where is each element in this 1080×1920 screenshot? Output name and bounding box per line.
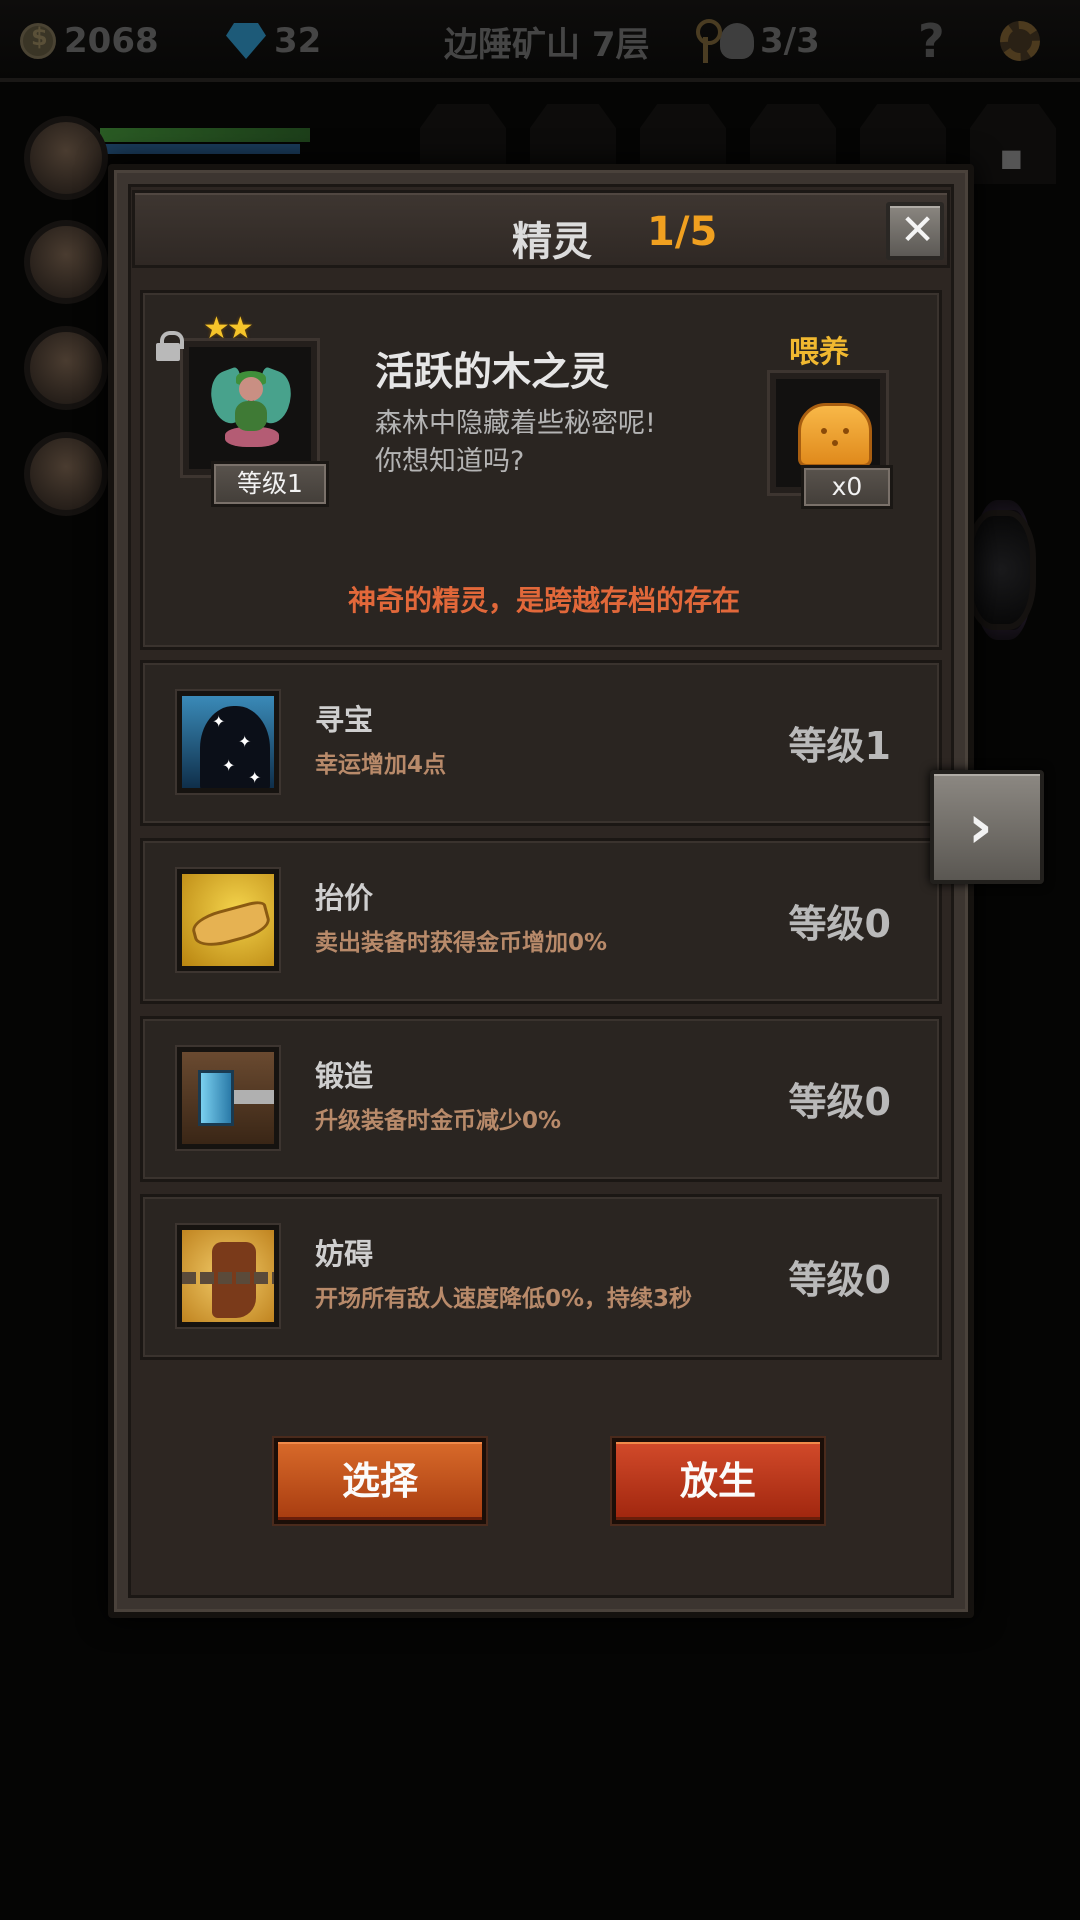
skill-level: 等级1 [788, 724, 891, 768]
skill-row-forge[interactable]: 锻造 升级装备时金币减少0% 等级0 [140, 1016, 942, 1182]
coin-counter: 2068 [20, 14, 159, 68]
spirit-description: 森林中隐藏着些秘密呢! 你想知道吗? [375, 405, 715, 481]
skill-name: 妨碍 [315, 1237, 374, 1271]
gem-icon [226, 23, 266, 59]
close-button[interactable]: ✕ [886, 202, 944, 260]
lock-icon: ■ [1000, 144, 1023, 172]
skill-row-hinder[interactable]: 妨碍 开场所有敌人速度降低0%，持续3秒 等级0 [140, 1194, 942, 1360]
skill-description: 升级装备时金币减少0% [315, 1108, 562, 1134]
feed-label: 喂养 [789, 335, 849, 370]
lock-icon[interactable] [155, 331, 184, 361]
treasure-icon: ✦ ✦ ✦ ✦ [177, 691, 279, 793]
skill-name: 抬价 [315, 881, 374, 915]
chained-boot-icon [177, 1225, 279, 1327]
bg-mana-bar [100, 144, 300, 154]
skill-description: 卖出装备时获得金币增加0% [315, 930, 608, 956]
bg-dark-creature [966, 510, 1036, 630]
description-line: 森林中隐藏着些秘密呢! [375, 408, 656, 439]
location-label: 边陲矿山 7层 [444, 14, 650, 68]
spirit-index: 1/5 [647, 209, 718, 255]
spirit-level-badge: 等级1 [211, 461, 329, 507]
select-button[interactable]: 选择 [274, 1438, 486, 1524]
coin-icon [20, 23, 56, 59]
spirit-name: 活跃的木之灵 [375, 350, 610, 395]
release-button[interactable]: 放生 [612, 1438, 824, 1524]
skill-level: 等级0 [788, 1080, 891, 1124]
bg-hero-avatar [24, 326, 108, 410]
star-rating: ★★ [203, 311, 254, 346]
dialog-title: 精灵 [512, 219, 592, 265]
top-status-bar: 2068 32 边陲矿山 7层 3/3 ? [0, 0, 1080, 82]
bg-hero-avatar [24, 432, 108, 516]
fairy-icon [203, 365, 299, 453]
chevron-right-icon: › [968, 792, 993, 862]
location-text: 边陲矿山 7层 [444, 24, 650, 65]
coin-value: 2068 [64, 21, 159, 61]
help-icon: ? [918, 14, 945, 68]
skill-row-price[interactable]: 抬价 卖出装备时获得金币增加0% 等级0 [140, 838, 942, 1004]
gear-icon [1000, 21, 1040, 61]
skull-counter: 3/3 [694, 14, 820, 68]
skill-name: 锻造 [315, 1059, 374, 1093]
spirit-dialog: 精灵 1/5 ✕ ★★ 等级1 活跃的木之灵 森林中隐藏着些秘密呢! 你想知道吗… [108, 164, 974, 1618]
key-icon [694, 19, 722, 63]
skill-description: 开场所有敌人速度降低0%，持续3秒 [315, 1286, 693, 1312]
skull-icon [720, 23, 754, 59]
hand-coin-icon [177, 869, 279, 971]
hammer-icon [177, 1047, 279, 1149]
spirit-info-panel: ★★ 等级1 活跃的木之灵 森林中隐藏着些秘密呢! 你想知道吗? 喂养 x0 神… [140, 290, 942, 650]
skull-value: 3/3 [760, 21, 820, 61]
bread-icon [798, 403, 872, 467]
spirit-tagline: 神奇的精灵，是跨越存档的存在 [347, 584, 740, 617]
gem-counter: 32 [226, 14, 321, 68]
dialog-title-bar: 精灵 1/5 [132, 190, 950, 268]
bg-hero-avatar [24, 116, 108, 200]
skill-row-treasure[interactable]: ✦ ✦ ✦ ✦ 寻宝 幸运增加4点 等级1 [140, 660, 942, 826]
skill-level: 等级0 [788, 902, 891, 946]
description-line: 你想知道吗? [375, 446, 525, 477]
food-count: x0 [801, 465, 893, 509]
skill-description: 幸运增加4点 [315, 752, 447, 778]
next-spirit-button[interactable]: › [930, 770, 1044, 884]
help-button[interactable]: ? [918, 14, 945, 68]
gem-value: 32 [274, 21, 322, 61]
skill-name: 寻宝 [315, 703, 374, 737]
bg-health-bar [100, 128, 310, 142]
bg-hero-avatar [24, 220, 108, 304]
spirit-portrait[interactable] [183, 341, 317, 475]
skill-level: 等级0 [788, 1258, 891, 1302]
settings-button[interactable] [1000, 14, 1040, 68]
close-icon: ✕ [900, 205, 936, 254]
